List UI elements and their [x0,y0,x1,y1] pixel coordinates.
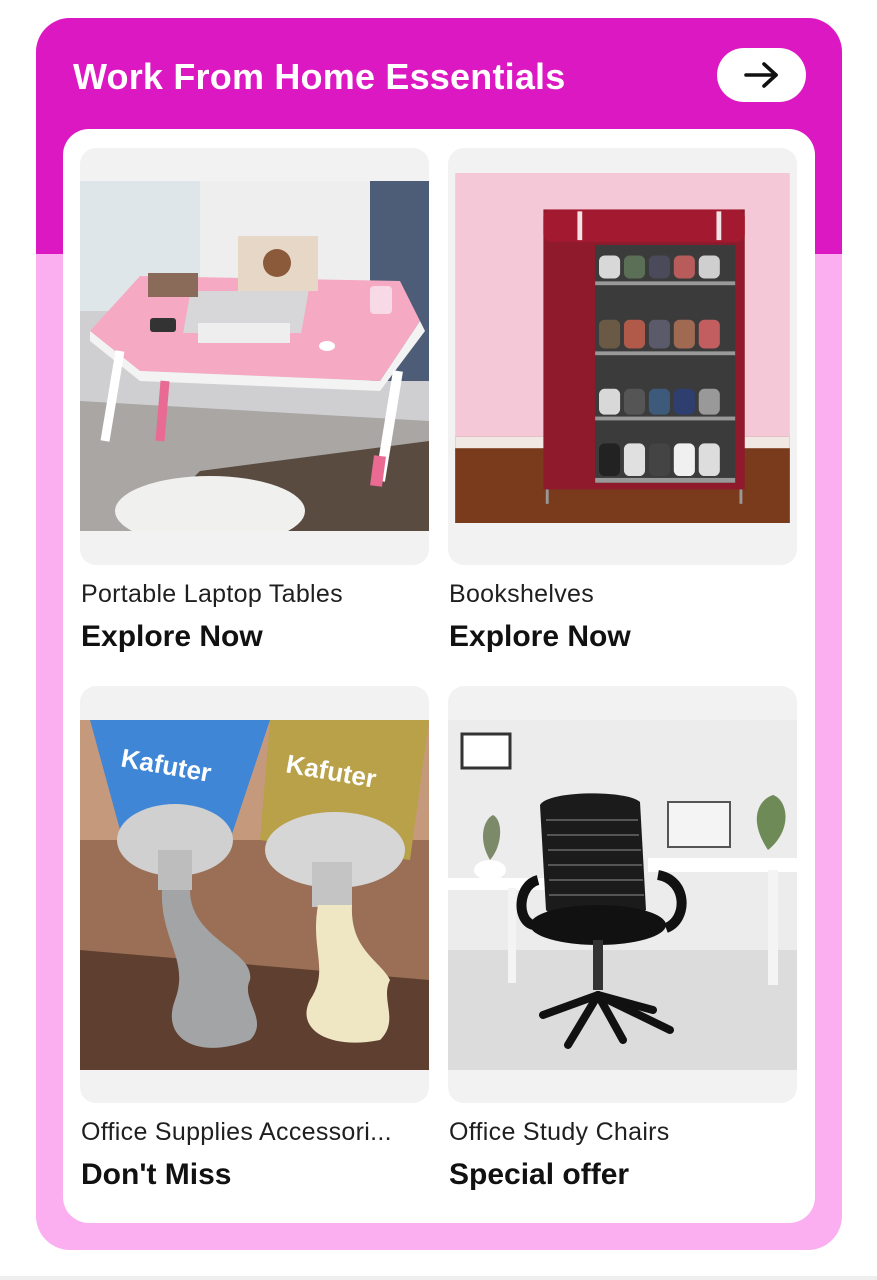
arrow-right-icon [743,62,778,88]
pink-laptop-table-photo [80,181,429,531]
product-grid: Portable Laptop Tables Explore Now Books… [63,129,815,1223]
work-from-home-card: Work From Home Essentials Portable Lapto… [36,18,842,1250]
red-shoe-rack-photo [455,173,790,523]
office-chair-photo [448,720,797,1070]
product-thumbnail[interactable] [448,686,797,1103]
product-thumbnail[interactable] [448,148,797,565]
product-cta[interactable]: Explore Now [81,620,263,654]
view-all-button[interactable] [717,48,806,102]
section-title: Work From Home Essentials [73,56,566,97]
product-cta[interactable]: Don't Miss [81,1158,231,1192]
product-thumbnail[interactable]: Kafuter Kafuter [80,686,429,1103]
product-name[interactable]: Office Study Chairs [449,1118,799,1147]
product-cta[interactable]: Explore Now [449,620,631,654]
page-bottom-divider [0,1276,877,1280]
product-name[interactable]: Portable Laptop Tables [81,580,431,609]
glue-tubes-photo: Kafuter Kafuter [80,720,429,1070]
product-name[interactable]: Office Supplies Accessori... [81,1118,431,1147]
product-cta[interactable]: Special offer [449,1158,629,1192]
product-thumbnail[interactable] [80,148,429,565]
product-name[interactable]: Bookshelves [449,580,799,609]
